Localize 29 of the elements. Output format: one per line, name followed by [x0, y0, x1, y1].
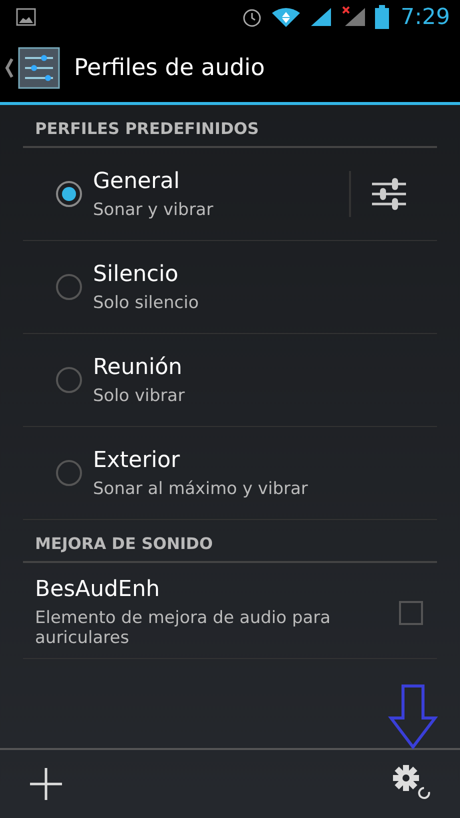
- radio-button[interactable]: [56, 367, 82, 393]
- radio-button[interactable]: [56, 274, 82, 300]
- profile-title: Exterior: [93, 448, 181, 472]
- profile-summary: Sonar al máximo y vibrar: [93, 478, 309, 498]
- profile-title: Silencio: [93, 262, 180, 286]
- profile-title: Reunión: [93, 354, 184, 380]
- profile-summary: Solo vibrar: [93, 386, 186, 406]
- add-icon[interactable]: [28, 766, 64, 802]
- sliders-icon[interactable]: [371, 178, 407, 210]
- clock: 7:29: [400, 4, 450, 30]
- screen-title: Perfiles de audio: [74, 55, 265, 81]
- profile-title: General: [93, 168, 181, 194]
- signal-icon: [308, 6, 333, 28]
- option-summary: Elemento de mejora de audio para auriculares: [35, 608, 332, 648]
- no-signal-icon: [340, 6, 367, 28]
- equalizer-app-icon[interactable]: [18, 47, 60, 89]
- up-icon[interactable]: [4, 57, 14, 79]
- image-notification-icon: [16, 8, 36, 26]
- down-arrow-icon: [388, 684, 438, 750]
- section-header: MEJORA DE SONIDO: [23, 520, 437, 563]
- battery-icon: [374, 5, 389, 29]
- radio-button[interactable]: [56, 181, 82, 207]
- option-title: BesAudEnh: [35, 577, 161, 602]
- profile-summary: Sonar y vibrar: [93, 200, 214, 220]
- wifi-icon: [270, 6, 301, 28]
- radio-button[interactable]: [56, 460, 82, 486]
- section-header: PERFILES PREDEFINIDOS: [23, 105, 437, 148]
- checkbox[interactable]: [399, 600, 423, 624]
- profile-summary: Solo silencio: [93, 292, 200, 312]
